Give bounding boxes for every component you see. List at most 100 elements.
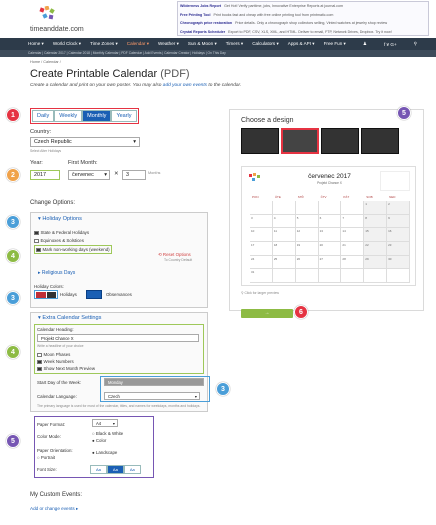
calendar-preview[interactable]: červenec 2017 Projekt Chance X PON ÚTE STŘ… [241,166,416,286]
step-badge-5a: 5 [6,434,20,448]
font-size-small[interactable]: Aa [90,465,107,474]
day-cell [295,269,319,283]
nav-timers[interactable]: Timers ▾ [226,41,243,47]
nav-home[interactable]: Home ▾ [28,41,44,47]
holiday-check-state[interactable]: State & Federal Holidays [34,230,89,236]
nav-world-clock[interactable]: World Clock ▾ [53,41,81,47]
day-cell: 1 [364,201,388,215]
design-thumb-4[interactable] [361,128,399,154]
step-badge-3c: 3 [216,382,230,396]
day-cell [295,201,319,215]
day-cell: 17 [250,242,273,256]
day-cell: 5 [295,214,319,229]
calendar-language-select[interactable]: Czech ▾ [104,392,200,400]
day-cell [387,269,410,283]
ad-item[interactable]: Chronograph price restoration Price detai… [178,19,428,28]
add-events-link[interactable]: add your own events [163,83,207,88]
holiday-check-weekend[interactable]: Mark non-working days (weekend) [34,245,112,255]
day-cell [272,201,296,215]
red-swatch[interactable] [36,292,46,298]
social-icons[interactable]: f ¥ G+ [384,42,397,47]
day-cell: 8 [364,214,388,229]
start-day-select[interactable]: Monday [104,378,204,386]
nav-apps-api[interactable]: Apps & API ▾ [288,41,315,47]
start-day-label: Start Day of the Week: [37,380,82,385]
religious-days-toggle[interactable]: ▸ Religious Days [38,270,75,276]
preview-hint: ⚲ Click for larger preview [241,291,279,295]
ad-item[interactable]: Free Printing Tool Print books fast and c… [178,11,428,20]
observance-color-picker[interactable] [86,290,102,299]
day-cell: 12 [295,228,319,242]
day-cell: 26 [295,255,319,270]
tab-yearly[interactable]: Yearly [111,110,137,122]
holidays-color-label: Holidays [60,292,77,297]
holiday-options-toggle[interactable]: ▾ Holiday Options [38,216,82,222]
day-cell: 19 [295,242,319,256]
tab-monthly[interactable]: Monthly [82,110,112,122]
nav-free-fun[interactable]: Free Fun ▾ [324,41,346,47]
day-cell: 10 [250,228,273,242]
tab-weekly[interactable]: Weekly [54,110,83,122]
day-cell: 9 [387,214,410,229]
next-month-mini [380,171,410,191]
color-mode-color[interactable]: ● Color [92,438,106,443]
nav-weather[interactable]: Weather ▾ [158,41,179,47]
font-size-medium[interactable]: Aa [106,465,124,474]
heading-hint: Write a headline of your choice [37,344,84,348]
main-nav: Home ▾ World Clock ▾ Time Zones ▾ Calend… [0,38,436,50]
day-cell [272,269,296,283]
day-cell: 29 [364,255,388,270]
day-cell [364,269,388,283]
logo-icon[interactable] [38,6,58,22]
week-numbers-check[interactable]: Week Numbers [37,359,74,365]
design-thumb-3[interactable] [321,128,359,154]
months-input[interactable]: 3 [122,170,146,180]
nav-calculators[interactable]: Calculators ▾ [252,41,279,47]
moon-phases-check[interactable]: Moon Phases [37,352,70,358]
weekday-label: PON [252,195,259,199]
holiday-color-picker[interactable] [34,290,58,299]
country-select[interactable]: Czech Republic ▾ [30,137,140,147]
nav-sun-moon[interactable]: Sun & Moon ▾ [188,41,217,47]
design-thumb-1[interactable] [241,128,279,154]
holiday-check-equinox[interactable]: Equinoxes & Solstices [34,238,84,244]
calendar-language-label: Calendar Language: [37,394,77,399]
extra-settings-toggle[interactable]: ▾ Extra Calendar Settings [38,315,101,321]
day-cell [318,269,342,283]
nav-calendar[interactable]: Calendar ▾ [127,41,149,47]
weekday-label: ČTV [320,195,327,199]
logo-text[interactable]: timeanddate.com [30,26,84,33]
user-icon[interactable]: ♟ [363,41,367,47]
country-label: Country: [30,129,52,135]
language-hint: The primary language is used for most of… [37,404,201,408]
year-input[interactable]: 2017 [30,170,60,180]
breadcrumb[interactable]: Home / Calendar / [30,60,61,64]
nav-time-zones[interactable]: Time Zones ▾ [90,41,118,47]
font-size-large[interactable]: Aa [123,465,141,474]
first-month-select[interactable]: červenec ▾ [68,170,110,180]
design-thumb-2[interactable] [281,128,319,154]
add-change-events-link[interactable]: Add or change events ▸ [30,506,78,512]
tab-daily[interactable]: Daily [32,110,55,122]
day-cell: 20 [318,242,342,256]
day-cell: 14 [341,228,365,242]
ad-item[interactable]: Crystal Reports Scheduler Export to PDF, … [178,28,428,37]
step-badge-2: 2 [6,168,20,182]
choose-design-heading: Choose a design [241,117,294,124]
sub-nav[interactable]: Calendar | Calendar 2017 | Calendar 2018… [0,50,436,57]
paper-format-select[interactable]: A4 ▾ [92,419,118,427]
color-mode-bw[interactable]: ○ Black & White [92,431,123,436]
ad-item[interactable]: Wilderness Jobs Report Get Hot! Verify pa… [178,2,428,11]
orientation-landscape[interactable]: ● Landscape [92,450,117,455]
next-month-preview-check[interactable]: Show Next Month Preview [37,366,95,372]
step-badge-3b: 3 [6,291,20,305]
search-icon[interactable]: ⚲ [414,41,417,47]
dark-swatch[interactable] [46,292,56,298]
generate-calendar-button[interactable]: → [241,309,293,318]
orientation-portrait[interactable]: ○ Portrait [37,455,55,460]
day-cell [341,201,365,215]
change-options-heading: Change Options: [30,200,76,206]
country-hint[interactable]: Select Alter Holidays [30,149,61,153]
calendar-heading-input[interactable]: Projekt Chance X [37,334,199,342]
day-cell: 3 [250,214,273,229]
